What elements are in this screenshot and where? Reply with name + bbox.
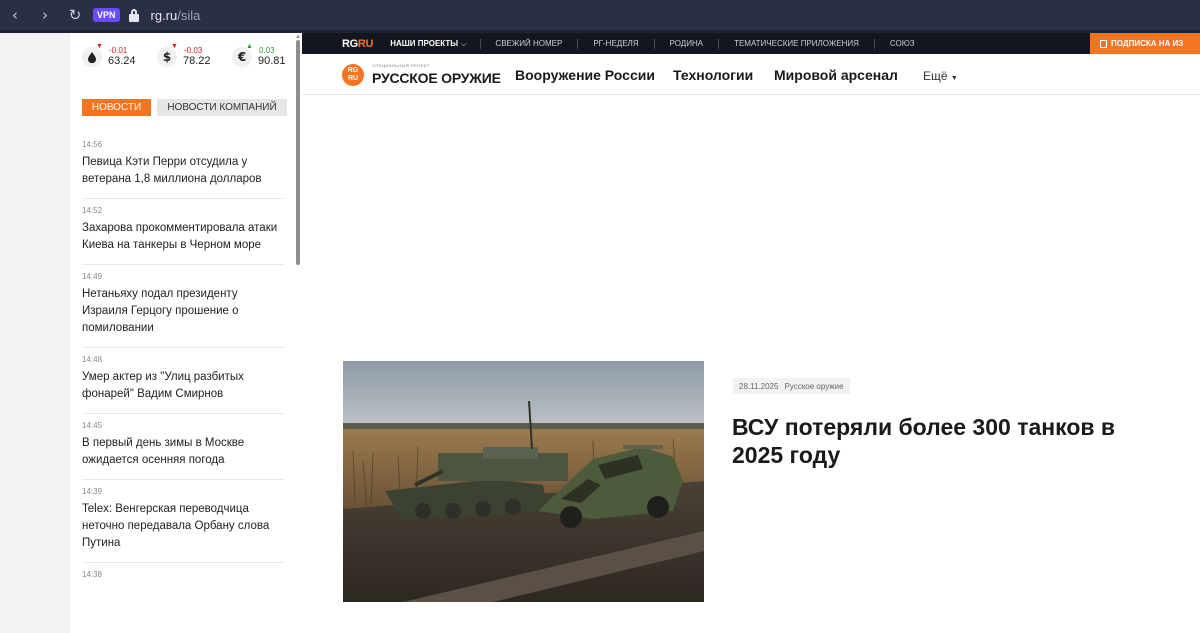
- news-item[interactable]: 14:45 В первый день зимы в Москве ожидае…: [82, 414, 285, 480]
- vpn-badge[interactable]: VPN: [93, 8, 120, 22]
- chevron-down-icon: ⌵: [461, 40, 467, 48]
- news-time: 14:38: [82, 570, 103, 579]
- article-image[interactable]: [343, 361, 704, 602]
- divider: [873, 38, 875, 49]
- caret-down-icon: ▼: [950, 75, 958, 82]
- rate-change: -0.01: [109, 46, 128, 55]
- tab-company-news[interactable]: Новости компаний: [157, 99, 287, 116]
- news-time: 14:56: [82, 140, 103, 149]
- forward-icon[interactable]: ›: [30, 0, 60, 30]
- news-title[interactable]: Нетаньяху подал президенту Израиля Герцо…: [82, 286, 285, 337]
- link-rodina[interactable]: РОДИНА: [670, 39, 704, 48]
- brand-logo-rg: RG: [347, 67, 359, 74]
- rate-value: 90.81: [258, 55, 286, 67]
- news-tabs: Новости Новости компаний: [82, 99, 287, 116]
- divider: [653, 38, 655, 49]
- sidebar-scroll-thumb[interactable]: [296, 40, 300, 265]
- news-time: 14:52: [82, 206, 103, 215]
- rg-logo[interactable]: RGRU: [342, 37, 374, 50]
- article-meta: 28.11.2025 Русское оружие: [733, 378, 850, 394]
- link-supplements[interactable]: ТЕМАТИЧЕСКИЕ ПРИЛОЖЕНИЯ: [734, 39, 859, 48]
- browser-toolbar: ‹ › ↻ VPN rg.ru/sila: [0, 0, 1200, 30]
- rate-value: 78.22: [183, 55, 211, 67]
- news-item[interactable]: 14:39 Telex: Венгерская переводчица нето…: [82, 480, 285, 563]
- subscribe-button[interactable]: ПОДПИСКА НА ИЗ: [1090, 33, 1200, 54]
- link-soyuz[interactable]: СОЮЗ: [890, 39, 915, 48]
- news-item[interactable]: 14:56 Певица Кэти Перри отсудила у ветер…: [82, 133, 285, 199]
- reload-icon[interactable]: ↻: [60, 0, 90, 30]
- address-bar[interactable]: rg.ru/sila: [151, 8, 201, 23]
- back-icon[interactable]: ‹: [0, 0, 30, 30]
- rate-usd: $ ▼ -0.03 78.22: [157, 43, 232, 71]
- rate-change: 0.03: [259, 46, 275, 55]
- rate-change: -0.03: [184, 46, 203, 55]
- link-rg-week[interactable]: РГ-НЕДЕЛЯ: [593, 39, 638, 48]
- currency-rates: ▼ -0.01 63.24 $ ▼ -0.03 78.22 € ▲ 0.03 9…: [82, 43, 302, 71]
- news-title[interactable]: Telex: Венгерская переводчица неточно пе…: [82, 501, 285, 552]
- brand-subtitle: специальный проект: [372, 63, 430, 68]
- news-sidebar: ▼ -0.01 63.24 $ ▼ -0.03 78.22 € ▲ 0.03 9…: [70, 33, 302, 633]
- rg-logo-rg: RG: [342, 37, 358, 50]
- article-title[interactable]: ВСУ потеряли более 300 танков в 2025 год…: [732, 413, 1122, 469]
- rate-eur: € ▲ 0.03 90.81: [232, 43, 302, 71]
- url-path: /sila: [177, 7, 201, 23]
- news-list: 14:56 Певица Кэти Перри отсудила у ветер…: [82, 133, 285, 594]
- arrow-down-icon: ▼: [96, 43, 103, 50]
- news-title[interactable]: Певица Кэти Перри отсудила у ветерана 1,…: [82, 154, 285, 188]
- divider: [577, 38, 579, 49]
- nav-more[interactable]: Ещё ▼: [923, 69, 958, 83]
- arrow-down-icon: ▼: [171, 43, 178, 50]
- brand-name[interactable]: РУССКОЕ ОРУЖИЕ: [372, 70, 501, 86]
- link-fresh-issue[interactable]: СВЕЖИЙ НОМЕР: [495, 39, 562, 48]
- page-gutter: [0, 33, 70, 633]
- lock-icon: [128, 8, 139, 22]
- newspaper-icon: [1100, 39, 1107, 48]
- brand-logo-ru: RU: [347, 75, 359, 82]
- divider: [480, 38, 482, 49]
- url-host: rg.ru: [150, 7, 178, 23]
- projects-label: НАШИ ПРОЕКТЫ: [390, 38, 459, 48]
- nav-weapons-russia[interactable]: Вооружение России: [515, 67, 655, 83]
- news-title[interactable]: Умер актер из "Улиц разбитых фонарей" Ва…: [82, 369, 285, 403]
- news-item[interactable]: 14:48 Умер актер из "Улиц разбитых фонар…: [82, 348, 285, 414]
- site-nav: RG RU специальный проект РУССКОЕ ОРУЖИЕ В…: [302, 54, 1200, 95]
- euro-icon: €: [232, 47, 252, 67]
- top-strip: RGRU НАШИ ПРОЕКТЫ ⌵ СВЕЖИЙ НОМЕР РГ-НЕДЕЛ…: [302, 33, 1200, 54]
- rate-oil: ▼ -0.01 63.24: [82, 43, 157, 71]
- brand-logo-icon[interactable]: RG RU: [342, 64, 364, 86]
- news-time: 14:39: [82, 487, 103, 496]
- news-time: 14:48: [82, 355, 103, 364]
- article-source[interactable]: Русское оружие: [784, 382, 843, 391]
- arrow-up-icon: ▲: [246, 43, 253, 50]
- news-time: 14:45: [82, 421, 103, 430]
- nav-world-arsenal[interactable]: Мировой арсенал: [774, 67, 898, 83]
- divider: [718, 38, 720, 49]
- nav-technologies[interactable]: Технологии: [673, 67, 753, 83]
- subscribe-label: ПОДПИСКА НА ИЗ: [1111, 39, 1184, 48]
- news-time: 14:49: [82, 272, 103, 281]
- news-title[interactable]: В первый день зимы в Москве ожидается ос…: [82, 435, 285, 469]
- tab-news[interactable]: Новости: [82, 99, 151, 116]
- oil-drop-icon: [82, 47, 102, 67]
- news-title[interactable]: Захарова прокомментировала атаки Киева н…: [82, 220, 285, 254]
- news-item[interactable]: 14:52 Захарова прокомментировала атаки К…: [82, 199, 285, 265]
- news-item[interactable]: 14:49 Нетаньяху подал президенту Израиля…: [82, 265, 285, 348]
- article-date: 28.11.2025: [739, 381, 779, 391]
- dollar-icon: $: [157, 47, 177, 67]
- nav-more-label: Ещё: [923, 69, 948, 83]
- news-item[interactable]: 14:38: [82, 563, 285, 594]
- rg-logo-ru: RU: [357, 37, 374, 50]
- rate-value: 63.24: [108, 55, 136, 67]
- projects-menu[interactable]: НАШИ ПРОЕКТЫ ⌵: [390, 39, 466, 49]
